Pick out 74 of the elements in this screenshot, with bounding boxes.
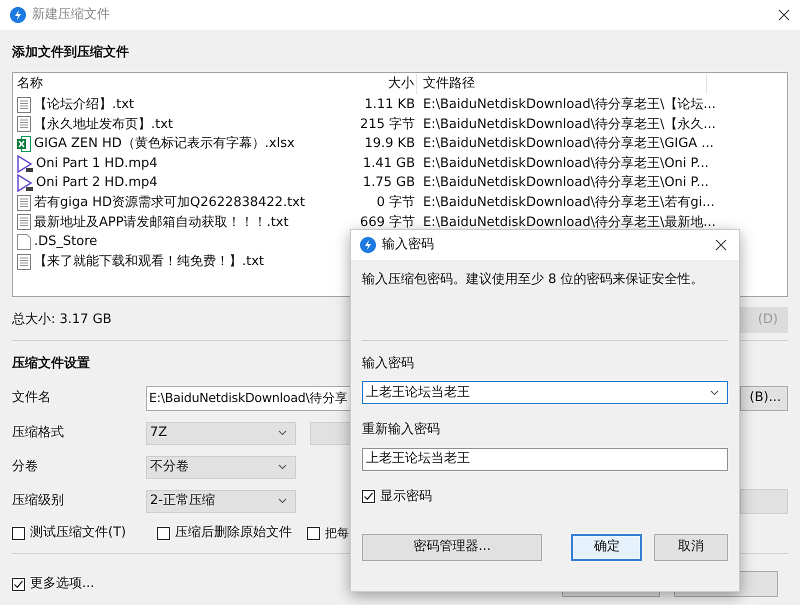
- file-path: E:\BaiduNetdiskDownload\待分享老王\【论坛...: [423, 97, 716, 112]
- password-field[interactable]: 上老王论坛当老王: [362, 381, 728, 404]
- text-file-icon: [17, 214, 31, 230]
- text-file-icon: [17, 194, 31, 211]
- file-path: E:\BaiduNetdiskDownload\待分享老王\GIGA ...: [423, 136, 714, 152]
- field-label: 压缩格式: [12, 424, 65, 442]
- file-name[interactable]: Oni Part 1 HD.mp4: [36, 154, 158, 174]
- file-size: 669 字节: [360, 214, 415, 232]
- app-icon: [360, 237, 376, 253]
- checkbox[interactable]: [12, 526, 25, 540]
- text-file-icon: [17, 254, 31, 270]
- field-label: 输入密码: [362, 354, 414, 372]
- close-icon[interactable]: [778, 9, 790, 21]
- section-heading: 添加文件到压缩文件: [12, 44, 129, 62]
- format-dropdown[interactable]: 7Z: [146, 422, 296, 444]
- checkbox-label: 显示密码: [380, 488, 432, 506]
- checkbox-label: 测试压缩文件(T): [30, 524, 126, 542]
- file-size: 0 字节: [376, 194, 415, 212]
- split-dropdown[interactable]: 不分卷: [146, 456, 296, 478]
- file-size: 215 字节: [360, 116, 415, 134]
- file-path: E:\BaiduNetdiskDownload\待分享老王\Oni P...: [423, 156, 709, 171]
- caret-icon: [278, 430, 287, 436]
- column-header[interactable]: 名称: [13, 74, 353, 94]
- checkbox-label: 压缩后删除原始文件: [175, 524, 292, 542]
- text-file-icon: [17, 96, 31, 113]
- file-path: E:\BaiduNetdiskDownload\待分享老王\若有gi...: [423, 195, 715, 210]
- dialog-button[interactable]: 密码管理器...: [362, 534, 542, 560]
- caret-icon: [710, 390, 719, 396]
- checkbox[interactable]: [12, 578, 25, 590]
- file-size: 1.11 KB: [364, 96, 415, 114]
- field-label: 压缩级别: [12, 492, 65, 510]
- spreadsheet-file-icon: [17, 136, 31, 152]
- field-label: 文件名: [12, 389, 52, 408]
- file-name[interactable]: 【来了就能下载和观看！纯免费！】.txt: [34, 252, 264, 272]
- file-name[interactable]: 【论坛介绍】.txt: [34, 95, 134, 115]
- text-file-icon: [17, 116, 31, 132]
- file-name[interactable]: 若有giga HD资源需求可加Q2622838422.txt: [34, 193, 305, 213]
- total-size: 总大小: 3.17 GB: [12, 311, 112, 330]
- play-file-icon: [17, 174, 33, 192]
- checkbox-label: 把每: [325, 525, 349, 542]
- field-label: 分卷: [12, 458, 39, 476]
- file-size: 1.75 GB: [362, 174, 415, 192]
- play-file-icon: [17, 154, 33, 173]
- file-path: E:\BaiduNetdiskDownload\待分享老王\【永久...: [423, 116, 716, 132]
- dialog-button[interactable]: 确定: [571, 534, 642, 560]
- file-size: 1.41 GB: [362, 154, 415, 173]
- dialog-title: 输入密码: [382, 236, 435, 254]
- file-name[interactable]: 【永久地址发布页】.txt: [34, 114, 174, 134]
- checkbox-label: 更多选项...: [30, 575, 94, 594]
- file-icon: [17, 234, 31, 250]
- file-name[interactable]: GIGA ZEN HD（黄色标记表示有字幕）.xlsx: [34, 134, 295, 154]
- checkbox[interactable]: [362, 490, 375, 503]
- app-icon: [10, 7, 26, 23]
- close-icon[interactable]: [715, 239, 727, 251]
- file-path: E:\BaiduNetdiskDownload\待分享老王\Oni P...: [423, 175, 709, 190]
- file-name[interactable]: .DS_Store: [34, 232, 98, 252]
- confirm-password-field[interactable]: 上老王论坛当老王: [362, 448, 728, 470]
- dialog-description: 输入压缩包密码。建议使用至少 8 位的密码来保证安全性。: [362, 271, 704, 289]
- section-heading: 压缩文件设置: [12, 355, 90, 373]
- window-title: 新建压缩文件: [32, 6, 111, 24]
- caret-icon: [278, 498, 287, 504]
- file-path: E:\BaiduNetdiskDownload\待分享老王\最新地...: [423, 214, 716, 230]
- file-name[interactable]: 最新地址及APP请发邮箱自动获取！！！.txt: [34, 212, 289, 232]
- caret-icon: [278, 464, 287, 470]
- column-header[interactable]: 大小: [353, 74, 417, 94]
- file-size: 19.9 KB: [364, 135, 415, 154]
- column-header[interactable]: 文件路径: [417, 74, 707, 94]
- field-label: 重新输入密码: [362, 421, 440, 439]
- dialog-button[interactable]: 取消: [654, 534, 728, 560]
- checkbox[interactable]: [157, 526, 170, 540]
- checkbox[interactable]: [307, 526, 320, 540]
- browse-button[interactable]: (B)...: [740, 386, 788, 410]
- file-name[interactable]: Oni Part 2 HD.mp4: [36, 173, 158, 193]
- level-dropdown[interactable]: 2-正常压缩: [146, 490, 296, 512]
